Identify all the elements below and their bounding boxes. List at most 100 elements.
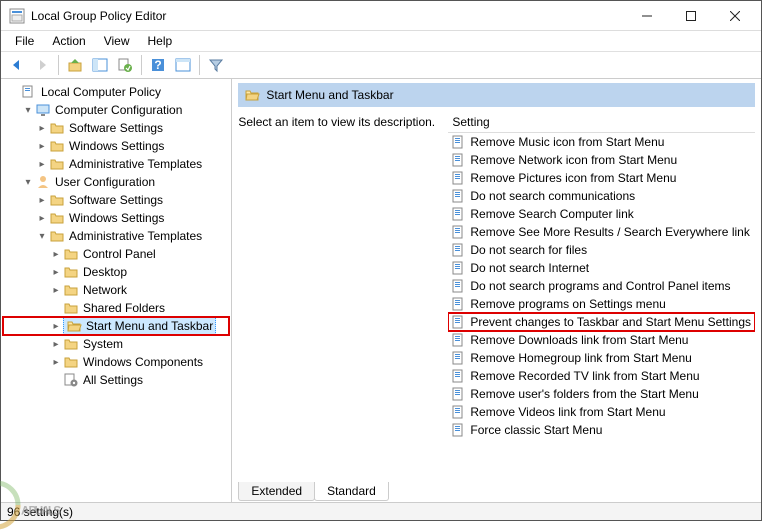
setting-item[interactable]: Remove Homegroup link from Start Menu <box>448 349 755 367</box>
setting-item[interactable]: Remove Videos link from Start Menu <box>448 403 755 421</box>
tree-computer-config[interactable]: ▾ Computer Configuration <box>3 101 229 119</box>
title-bar: Local Group Policy Editor <box>1 1 761 31</box>
toolbar-separator <box>199 55 200 75</box>
tree-item[interactable]: Shared Folders <box>3 299 229 317</box>
tree-item[interactable]: ▸Windows Settings <box>3 209 229 227</box>
chevron-right-icon[interactable]: ▸ <box>35 159 49 170</box>
policy-item-icon <box>452 225 466 239</box>
setting-item[interactable]: Remove programs on Settings menu <box>448 295 755 313</box>
tree-item[interactable]: ▸ Desktop <box>3 263 229 281</box>
maximize-button[interactable] <box>669 2 713 30</box>
help-button[interactable]: ? <box>146 53 170 77</box>
setting-label: Remove Music icon from Start Menu <box>470 135 664 149</box>
policy-item-icon <box>452 423 466 437</box>
setting-item[interactable]: Remove Search Computer link <box>448 205 755 223</box>
folder-icon <box>49 156 65 172</box>
folder-icon <box>63 300 79 316</box>
policy-item-icon <box>452 405 466 419</box>
setting-label: Do not search for files <box>470 243 587 257</box>
folder-open-icon <box>66 318 82 334</box>
setting-item[interactable]: Do not search for files <box>448 241 755 259</box>
menu-file[interactable]: File <box>7 32 42 50</box>
folder-icon <box>49 138 65 154</box>
chevron-right-icon[interactable]: ▸ <box>49 267 63 278</box>
folder-icon <box>49 192 65 208</box>
tree-user-config[interactable]: ▾ User Configuration <box>3 173 229 191</box>
tree-item[interactable]: ▸ Software Settings <box>3 191 229 209</box>
chevron-down-icon[interactable]: ▾ <box>21 177 35 188</box>
tab-standard[interactable]: Standard <box>314 482 389 501</box>
options-button[interactable] <box>171 53 195 77</box>
tree-label: Control Panel <box>83 247 156 261</box>
setting-label: Do not search programs and Control Panel… <box>470 279 730 293</box>
filter-button[interactable] <box>204 53 228 77</box>
setting-item[interactable]: Remove user's folders from the Start Men… <box>448 385 755 403</box>
setting-label: Remove Network icon from Start Menu <box>470 153 677 167</box>
policy-item-icon <box>452 153 466 167</box>
chevron-right-icon[interactable]: ▸ <box>49 357 63 368</box>
tree-item[interactable]: ▸System <box>3 335 229 353</box>
policy-item-icon <box>452 279 466 293</box>
tree-item[interactable]: ▸Administrative Templates <box>3 155 229 173</box>
chevron-right-icon[interactable]: ▸ <box>49 249 63 260</box>
policy-item-icon <box>452 261 466 275</box>
setting-item[interactable]: Remove See More Results / Search Everywh… <box>448 223 755 241</box>
menu-action[interactable]: Action <box>44 32 93 50</box>
close-button[interactable] <box>713 2 757 30</box>
chevron-right-icon[interactable]: ▸ <box>35 141 49 152</box>
setting-item[interactable]: Remove Pictures icon from Start Menu <box>448 169 755 187</box>
settings-icon <box>63 372 79 388</box>
setting-item[interactable]: Prevent changes to Taskbar and Start Men… <box>448 313 755 331</box>
setting-item[interactable]: Remove Music icon from Start Menu <box>448 133 755 151</box>
tree-item[interactable]: ▸ Control Panel <box>3 245 229 263</box>
content-pane: Start Menu and Taskbar Select an item to… <box>232 79 761 504</box>
chevron-right-icon[interactable]: ▸ <box>49 285 63 296</box>
tab-extended[interactable]: Extended <box>238 482 315 501</box>
chevron-down-icon[interactable]: ▾ <box>21 105 35 116</box>
back-button[interactable] <box>5 53 29 77</box>
content-body: Select an item to view its description. … <box>238 111 755 482</box>
setting-item[interactable]: Remove Network icon from Start Menu <box>448 151 755 169</box>
setting-item[interactable]: Remove Downloads link from Start Menu <box>448 331 755 349</box>
tree-label: Computer Configuration <box>55 103 182 117</box>
computer-icon <box>35 102 51 118</box>
policy-item-icon <box>452 369 466 383</box>
setting-item[interactable]: Do not search communications <box>448 187 755 205</box>
setting-item[interactable]: Force classic Start Menu <box>448 421 755 439</box>
menu-help[interactable]: Help <box>140 32 181 50</box>
chevron-down-icon[interactable]: ▾ <box>35 231 49 242</box>
settings-list-body[interactable]: Remove Music icon from Start Menu Remove … <box>448 133 755 482</box>
tree-label: Desktop <box>83 265 127 279</box>
tree-label: Software Settings <box>69 193 163 207</box>
chevron-right-icon[interactable]: ▸ <box>35 123 49 134</box>
up-button[interactable] <box>63 53 87 77</box>
setting-label: Remove programs on Settings menu <box>470 297 665 311</box>
tree-root[interactable]: Local Computer Policy <box>3 83 229 101</box>
window-title: Local Group Policy Editor <box>31 9 625 23</box>
chevron-right-icon[interactable]: ▸ <box>35 213 49 224</box>
setting-item[interactable]: Remove Recorded TV link from Start Menu <box>448 367 755 385</box>
tree-admin-templates[interactable]: ▾Administrative Templates <box>3 227 229 245</box>
properties-button[interactable] <box>113 53 137 77</box>
tree-item[interactable]: ▸Network <box>3 281 229 299</box>
tree-item-start-menu-taskbar[interactable]: ▸Start Menu and Taskbar <box>3 317 229 335</box>
column-header-label: Setting <box>452 115 489 129</box>
menu-view[interactable]: View <box>96 32 138 50</box>
chevron-right-icon[interactable]: ▸ <box>49 321 63 332</box>
tree-item[interactable]: ▸Windows Settings <box>3 137 229 155</box>
tree-item-all-settings[interactable]: All Settings <box>3 371 229 389</box>
toolbar: ? <box>1 51 761 79</box>
chevron-right-icon[interactable]: ▸ <box>49 339 63 350</box>
column-header-setting[interactable]: Setting <box>448 111 755 133</box>
forward-button[interactable] <box>30 53 54 77</box>
setting-item[interactable]: Do not search programs and Control Panel… <box>448 277 755 295</box>
chevron-right-icon[interactable]: ▸ <box>35 195 49 206</box>
setting-item[interactable]: Do not search Internet <box>448 259 755 277</box>
tree-item[interactable]: ▸Software Settings <box>3 119 229 137</box>
toolbar-separator <box>141 55 142 75</box>
tree-item[interactable]: ▸Windows Components <box>3 353 229 371</box>
minimize-button[interactable] <box>625 2 669 30</box>
policy-item-icon <box>452 333 466 347</box>
tree-pane[interactable]: Local Computer Policy ▾ Computer Configu… <box>1 79 232 504</box>
show-hide-tree-button[interactable] <box>88 53 112 77</box>
